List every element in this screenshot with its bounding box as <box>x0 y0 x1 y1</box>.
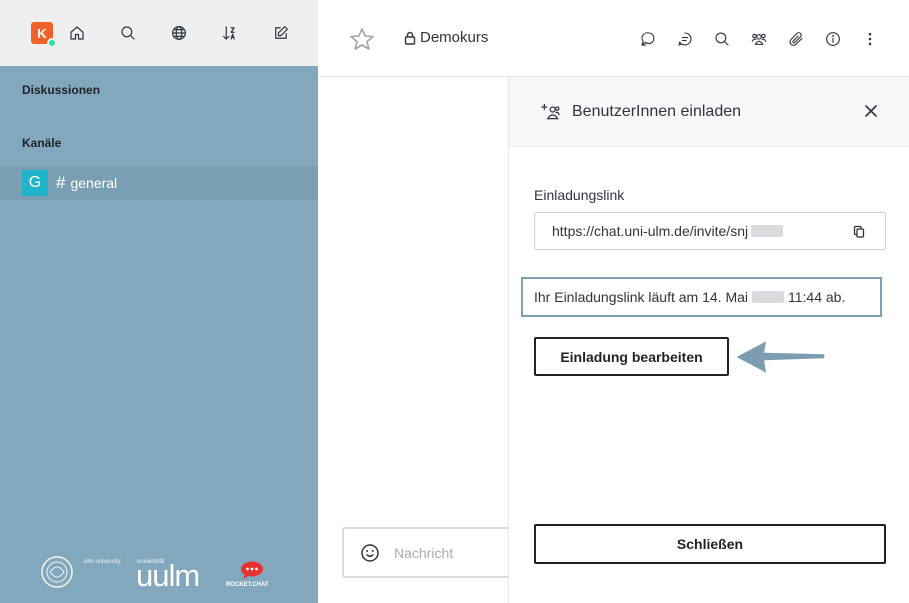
directory-globe-icon[interactable] <box>168 22 190 44</box>
expiry-prefix: Ihr Einladungslink läuft am 14. Mai <box>534 289 748 305</box>
section-discussions: Diskussionen <box>22 83 101 97</box>
threads-icon[interactable] <box>675 29 695 49</box>
attachment-icon[interactable] <box>786 29 806 49</box>
panel-title: BenutzerInnen einladen <box>572 102 742 120</box>
panel-header: BenutzerInnen einladen <box>509 77 909 147</box>
expiry-notice: Ihr Einladungslink läuft am 14. Mai 11:4… <box>521 277 882 317</box>
members-icon[interactable] <box>749 29 769 49</box>
online-status-dot <box>47 38 57 48</box>
emoji-icon[interactable] <box>360 543 380 563</box>
copy-icon[interactable] <box>853 225 865 238</box>
rocket-chat-logo-icon <box>241 561 263 579</box>
home-icon[interactable] <box>66 22 88 44</box>
section-channels: Kanäle <box>22 136 62 150</box>
sidebar-item-general[interactable]: G # general <box>0 166 318 200</box>
compose-icon[interactable] <box>270 22 292 44</box>
message-composer[interactable]: Nachricht <box>342 527 522 578</box>
discussion-icon[interactable] <box>638 29 658 49</box>
channel-avatar: G <box>22 170 48 196</box>
search-icon[interactable] <box>117 22 139 44</box>
close-button[interactable]: Schließen <box>534 524 886 564</box>
favorite-star-icon[interactable] <box>349 27 375 51</box>
room-header: Demokurs <box>318 0 909 77</box>
sort-icon[interactable] <box>219 22 241 44</box>
user-avatar[interactable]: K <box>31 22 57 48</box>
footer-logos: ulm university universität uulm ROCKET.C… <box>40 552 280 593</box>
user-avatar-letter: K <box>37 25 47 41</box>
channel-name: general <box>70 175 118 191</box>
invite-link-label: Einladungslink <box>534 187 625 203</box>
uni-small-label: ulm university <box>84 559 121 565</box>
pointer-arrow-annotation <box>734 339 825 375</box>
close-icon[interactable] <box>863 103 879 119</box>
expiry-suffix: 11:44 ab. <box>788 289 846 305</box>
sidebar: K Diskussionen Kanäle G # general ulm un… <box>0 0 318 603</box>
header-search-icon[interactable] <box>712 29 732 49</box>
redacted-text <box>751 225 784 237</box>
invite-link-value: https://chat.uni-ulm.de/invite/snj <box>552 223 749 239</box>
room-name: Demokurs <box>420 29 489 46</box>
add-user-icon <box>541 103 560 119</box>
invite-link-field[interactable]: https://chat.uni-ulm.de/invite/snj <box>534 212 886 250</box>
lock-icon <box>404 31 416 45</box>
info-icon[interactable] <box>823 29 843 49</box>
kebab-menu-icon[interactable] <box>860 29 880 49</box>
sidebar-toolbar: K <box>0 0 318 66</box>
edit-invite-button[interactable]: Einladung bearbeiten <box>534 337 729 376</box>
rocket-chat-label: ROCKET.CHAT <box>226 582 269 588</box>
redacted-text <box>752 291 784 303</box>
message-input-placeholder: Nachricht <box>394 544 454 561</box>
invite-users-panel: BenutzerInnen einladen Einladungslink ht… <box>508 77 909 603</box>
hash-icon: # <box>56 173 66 192</box>
uulm-logo: uulm <box>136 558 200 593</box>
room-title[interactable]: Demokurs <box>404 29 488 46</box>
